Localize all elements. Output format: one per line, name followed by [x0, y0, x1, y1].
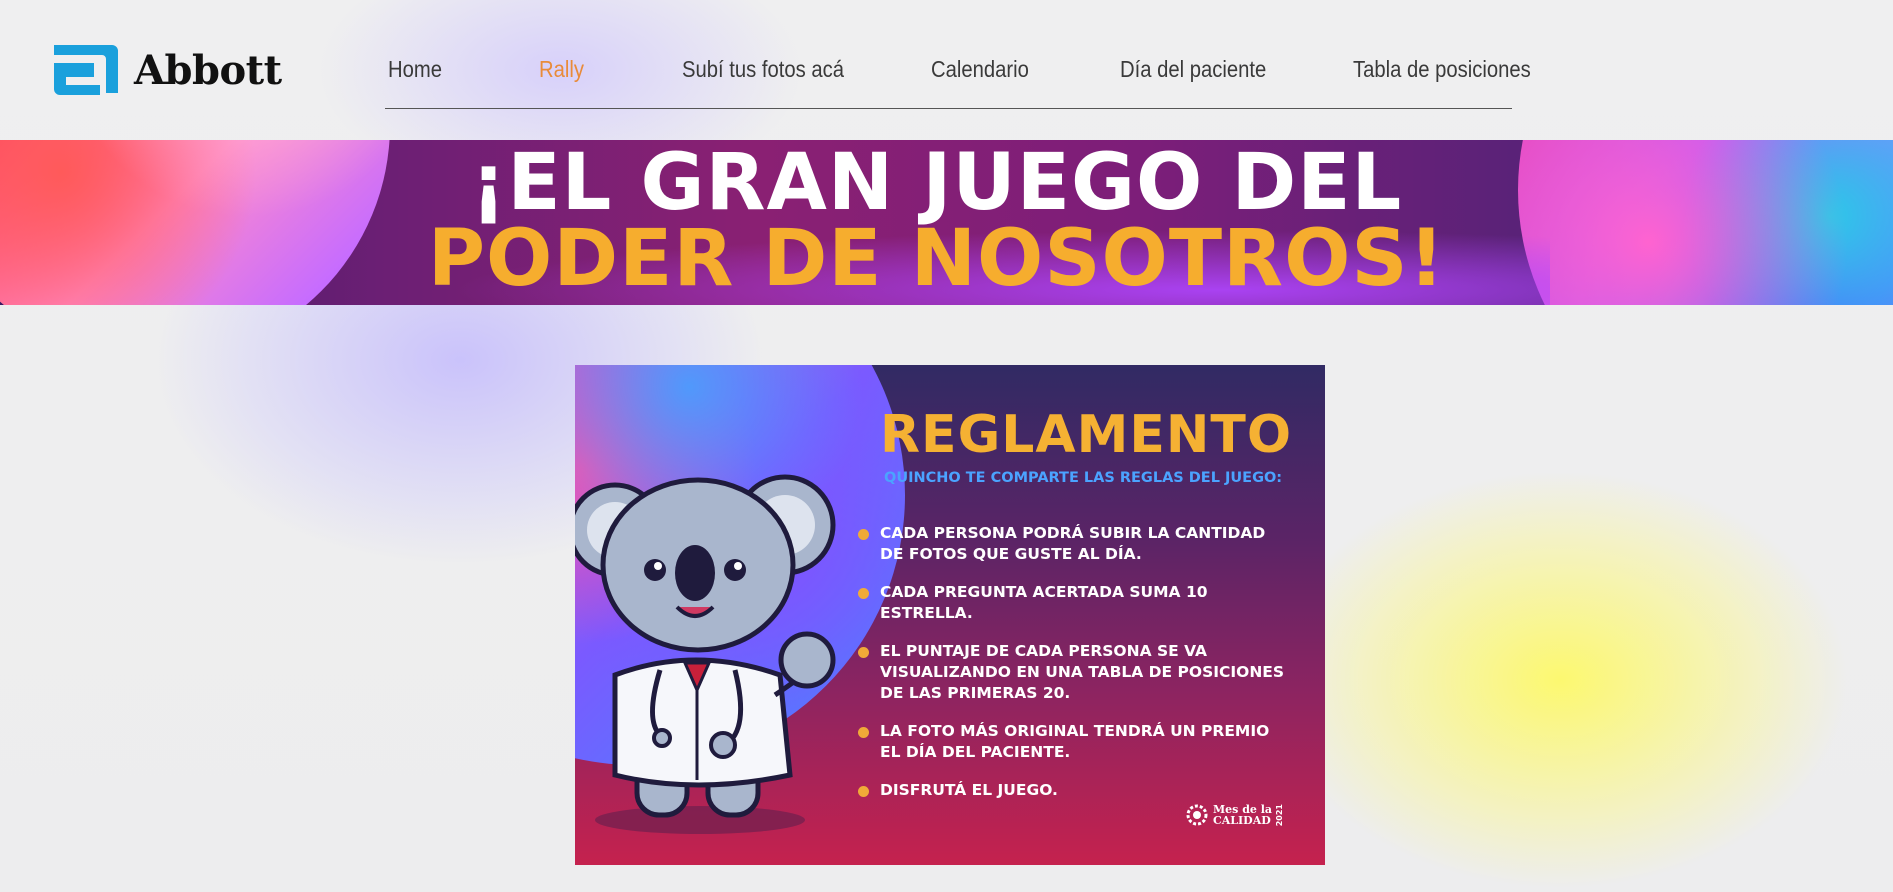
- rules-subtitle: QUINCHO TE COMPARTE LAS REGLAS DEL JUEGO…: [884, 470, 1283, 486]
- rule-item: DISFRUTÁ EL JUEGO.: [858, 780, 1298, 801]
- koala-doctor-illustration: [575, 474, 836, 834]
- abbott-logo-icon: [54, 45, 118, 95]
- nav-item-calendar[interactable]: Calendario: [931, 56, 1029, 83]
- nav-item-rally[interactable]: Rally: [539, 56, 584, 83]
- nav-item-home[interactable]: Home: [388, 56, 442, 83]
- rule-item: CADA PERSONA PODRÁ SUBIR LA CANTIDAD DE …: [858, 523, 1298, 565]
- brand-name: Abbott: [134, 46, 282, 94]
- nav-item-patient-day[interactable]: Día del paciente: [1120, 56, 1266, 83]
- badge-line2: CALIDAD: [1213, 814, 1271, 827]
- banner-headline-line2: PODER DE NOSOTROS!: [427, 214, 1446, 304]
- rules-poster: REGLAMENTO QUINCHO TE COMPARTE LAS REGLA…: [575, 365, 1325, 865]
- rule-item: LA FOTO MÁS ORIGINAL TENDRÁ UN PREMIO EL…: [858, 721, 1298, 763]
- rules-list: CADA PERSONA PODRÁ SUBIR LA CANTIDAD DE …: [858, 523, 1298, 818]
- rule-item: CADA PREGUNTA ACERTADA SUMA 10 ESTRELLA.: [858, 582, 1298, 624]
- rules-title: REGLAMENTO: [880, 405, 1293, 465]
- hero-banner: ¡EL GRAN JUEGO DEL PODER DE NOSOTROS!: [0, 140, 1893, 305]
- nav-item-standings[interactable]: Tabla de posiciones: [1353, 56, 1531, 83]
- main-nav: Home Rally Subí tus fotos acá Calendario…: [385, 52, 1531, 109]
- quality-month-badge: Mes de la CALIDAD 2021: [1185, 803, 1284, 827]
- nav-item-upload-photos[interactable]: Subí tus fotos acá: [682, 56, 844, 83]
- abbott-logo[interactable]: Abbott: [50, 41, 282, 99]
- rule-item: EL PUNTAJE DE CADA PERSONA SE VA VISUALI…: [858, 641, 1298, 704]
- badge-year: 2021: [1275, 803, 1285, 827]
- gear-icon: [1186, 804, 1208, 826]
